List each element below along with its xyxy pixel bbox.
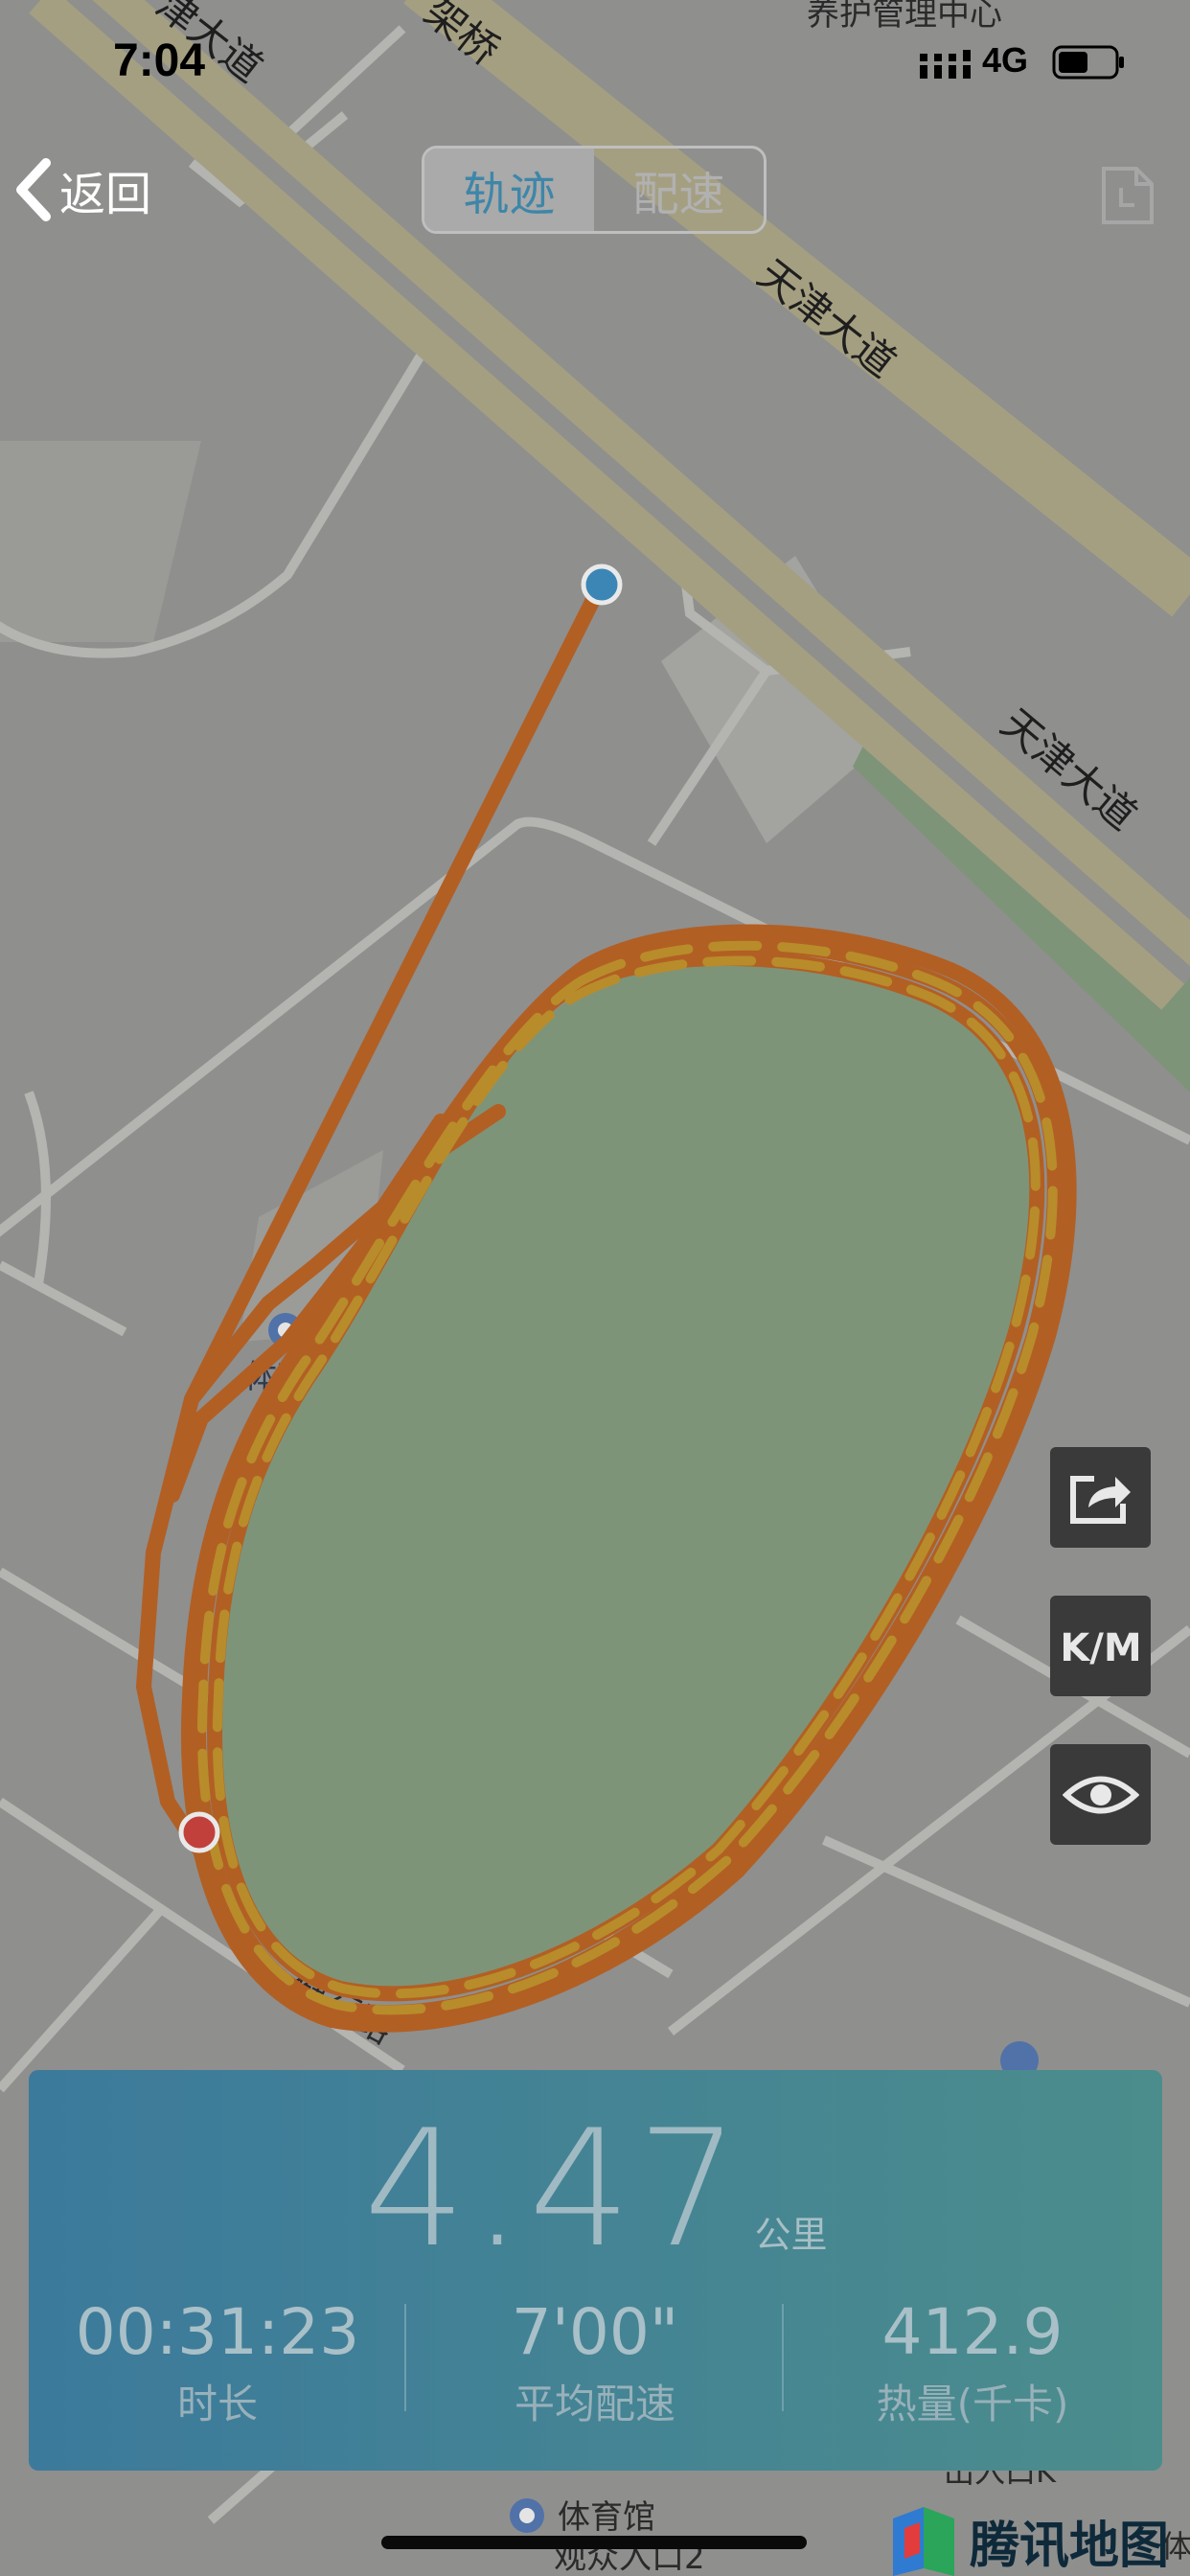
signal-icon: [920, 50, 971, 79]
eye-icon: [1062, 1776, 1139, 1813]
status-time: 7:04: [113, 35, 206, 86]
distance-value: 4.47: [363, 2095, 745, 2283]
poi-label-gym: 体育馆: [558, 2498, 655, 2537]
share-button[interactable]: [1050, 1447, 1151, 1548]
start-point: [581, 564, 623, 606]
share-icon: [1069, 1475, 1131, 1524]
document-icon[interactable]: [1098, 165, 1157, 226]
duration-stat: 00:31:23 时长: [29, 2295, 406, 2430]
pace-label: 平均配速: [514, 2380, 675, 2427]
chevron-left-icon: [16, 158, 51, 221]
home-indicator: [381, 2536, 807, 2549]
tab-pace[interactable]: 配速: [594, 149, 764, 231]
map-watermark: 腾讯地图: [893, 2507, 1169, 2576]
status-bar: 7:04 4G: [0, 0, 1190, 125]
pace-value: 7'00": [511, 2295, 679, 2369]
distance-unit: 公里: [754, 2214, 828, 2256]
calories-value: 412.9: [881, 2295, 1064, 2369]
battery-icon: [1052, 45, 1124, 80]
svg-text:腾讯地图: 腾讯地图: [970, 2518, 1169, 2575]
visibility-button[interactable]: [1050, 1744, 1151, 1845]
duration-value: 00:31:23: [75, 2295, 360, 2369]
view-segmented-control: 轨迹 配速: [422, 146, 767, 234]
duration-label: 时长: [176, 2380, 258, 2427]
svg-text:K/M: K/M: [1064, 1626, 1138, 1670]
unit-toggle-button[interactable]: K/M: [1050, 1596, 1151, 1696]
tab-track[interactable]: 轨迹: [424, 149, 594, 231]
back-button[interactable]: 返回: [13, 153, 151, 226]
stats-panel: 4.47 公里 00:31:23 时长 7'00" 平均配速 412.9 热量(…: [29, 2070, 1162, 2471]
km-unit-icon: K/M: [1064, 1626, 1138, 1670]
back-label: 返回: [59, 168, 152, 221]
calories-label: 热量(千卡): [876, 2380, 1069, 2427]
tencent-map-logo-icon: [893, 2507, 954, 2576]
poi-marker-gym: [510, 2498, 544, 2533]
distance-row: 4.47 公里: [29, 2070, 1162, 2271]
pace-stat: 7'00" 平均配速: [406, 2295, 784, 2430]
network-type: 4G: [982, 40, 1029, 80]
calories-stat: 412.9 热量(千卡): [784, 2295, 1161, 2430]
end-point: [178, 1811, 220, 1853]
